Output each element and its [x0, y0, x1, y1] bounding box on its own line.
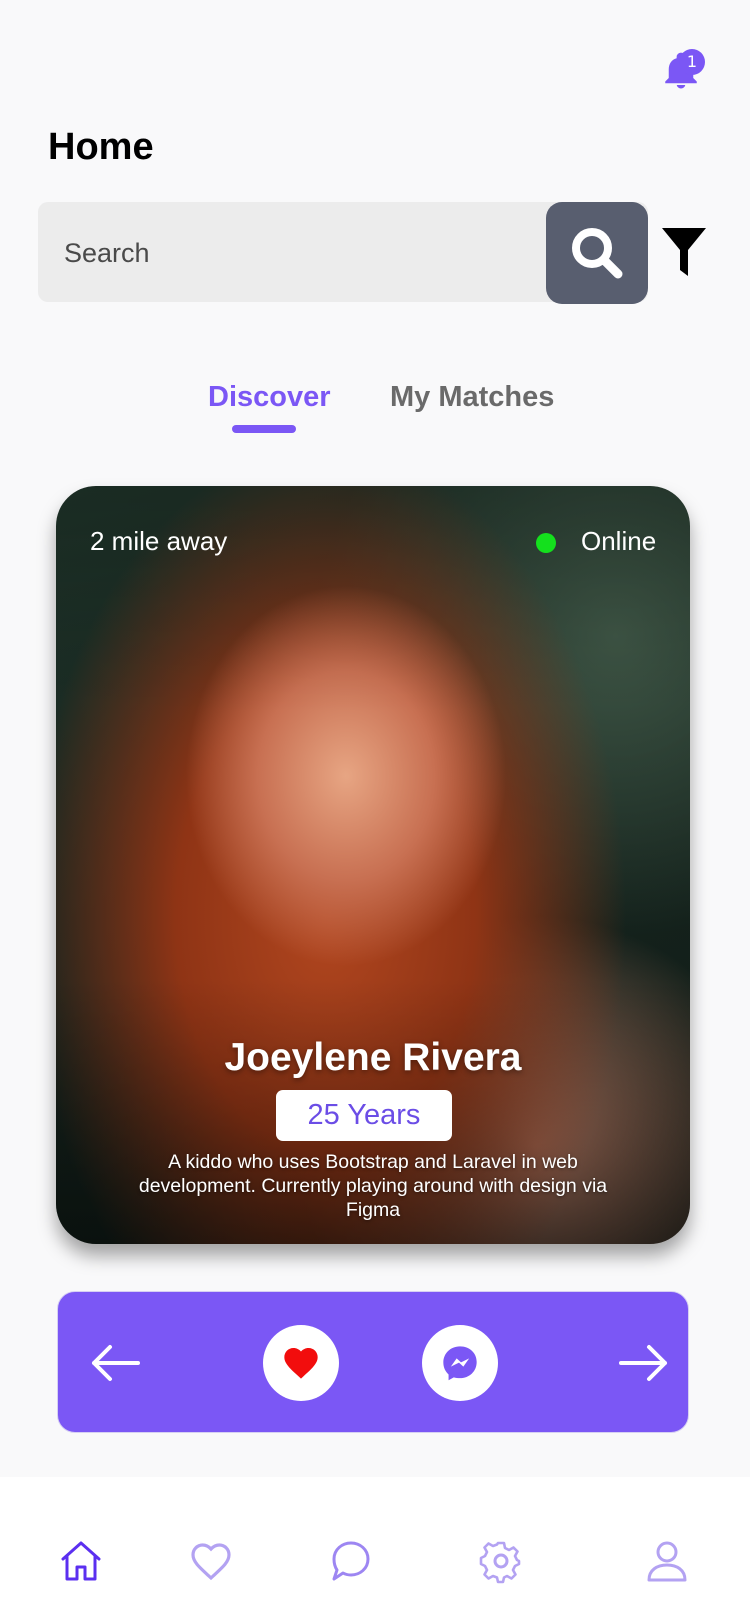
- tab-my-matches[interactable]: My Matches: [390, 381, 554, 414]
- message-button[interactable]: [422, 1325, 498, 1401]
- page-title: Home: [48, 126, 154, 168]
- gear-icon: [479, 1541, 521, 1584]
- nav-profile[interactable]: [643, 1537, 691, 1585]
- heart-icon: [191, 1543, 231, 1581]
- nav-messages[interactable]: [327, 1537, 375, 1585]
- messenger-icon: [443, 1346, 477, 1381]
- nav-settings[interactable]: [477, 1537, 525, 1585]
- online-status-label: Online: [581, 526, 657, 556]
- tab-discover[interactable]: Discover: [208, 381, 331, 414]
- search-icon: [572, 228, 623, 279]
- arrow-left-icon: [92, 1345, 140, 1381]
- profile-bio: A kiddo who uses Bootstrap and Laravel i…: [138, 1151, 608, 1221]
- chat-icon: [332, 1541, 370, 1581]
- notification-badge: 1: [679, 49, 705, 75]
- active-tab-indicator: [232, 425, 296, 433]
- filter-button[interactable]: [660, 226, 710, 282]
- nav-home[interactable]: [57, 1537, 105, 1585]
- user-icon: [647, 1541, 687, 1582]
- arrow-right-icon: [619, 1345, 667, 1381]
- action-bar: [57, 1291, 689, 1433]
- online-status-dot: [536, 533, 556, 553]
- search-input[interactable]: [62, 202, 546, 304]
- like-button[interactable]: [263, 1325, 339, 1401]
- nav-favorites[interactable]: [187, 1537, 235, 1585]
- profile-name: Joeylene Rivera: [224, 1036, 522, 1079]
- heart-icon: [284, 1348, 318, 1379]
- next-button[interactable]: [617, 1336, 671, 1390]
- age-badge: 25 Years: [276, 1090, 452, 1141]
- bottom-navigation: [0, 1477, 750, 1624]
- distance-label: 2 mile away: [90, 526, 228, 556]
- search-button[interactable]: [546, 202, 648, 304]
- previous-button[interactable]: [88, 1336, 142, 1390]
- profile-card[interactable]: 2 mile away Online Joeylene Rivera 25 Ye…: [56, 486, 690, 1244]
- filter-icon: [662, 228, 706, 276]
- home-icon: [61, 1541, 101, 1581]
